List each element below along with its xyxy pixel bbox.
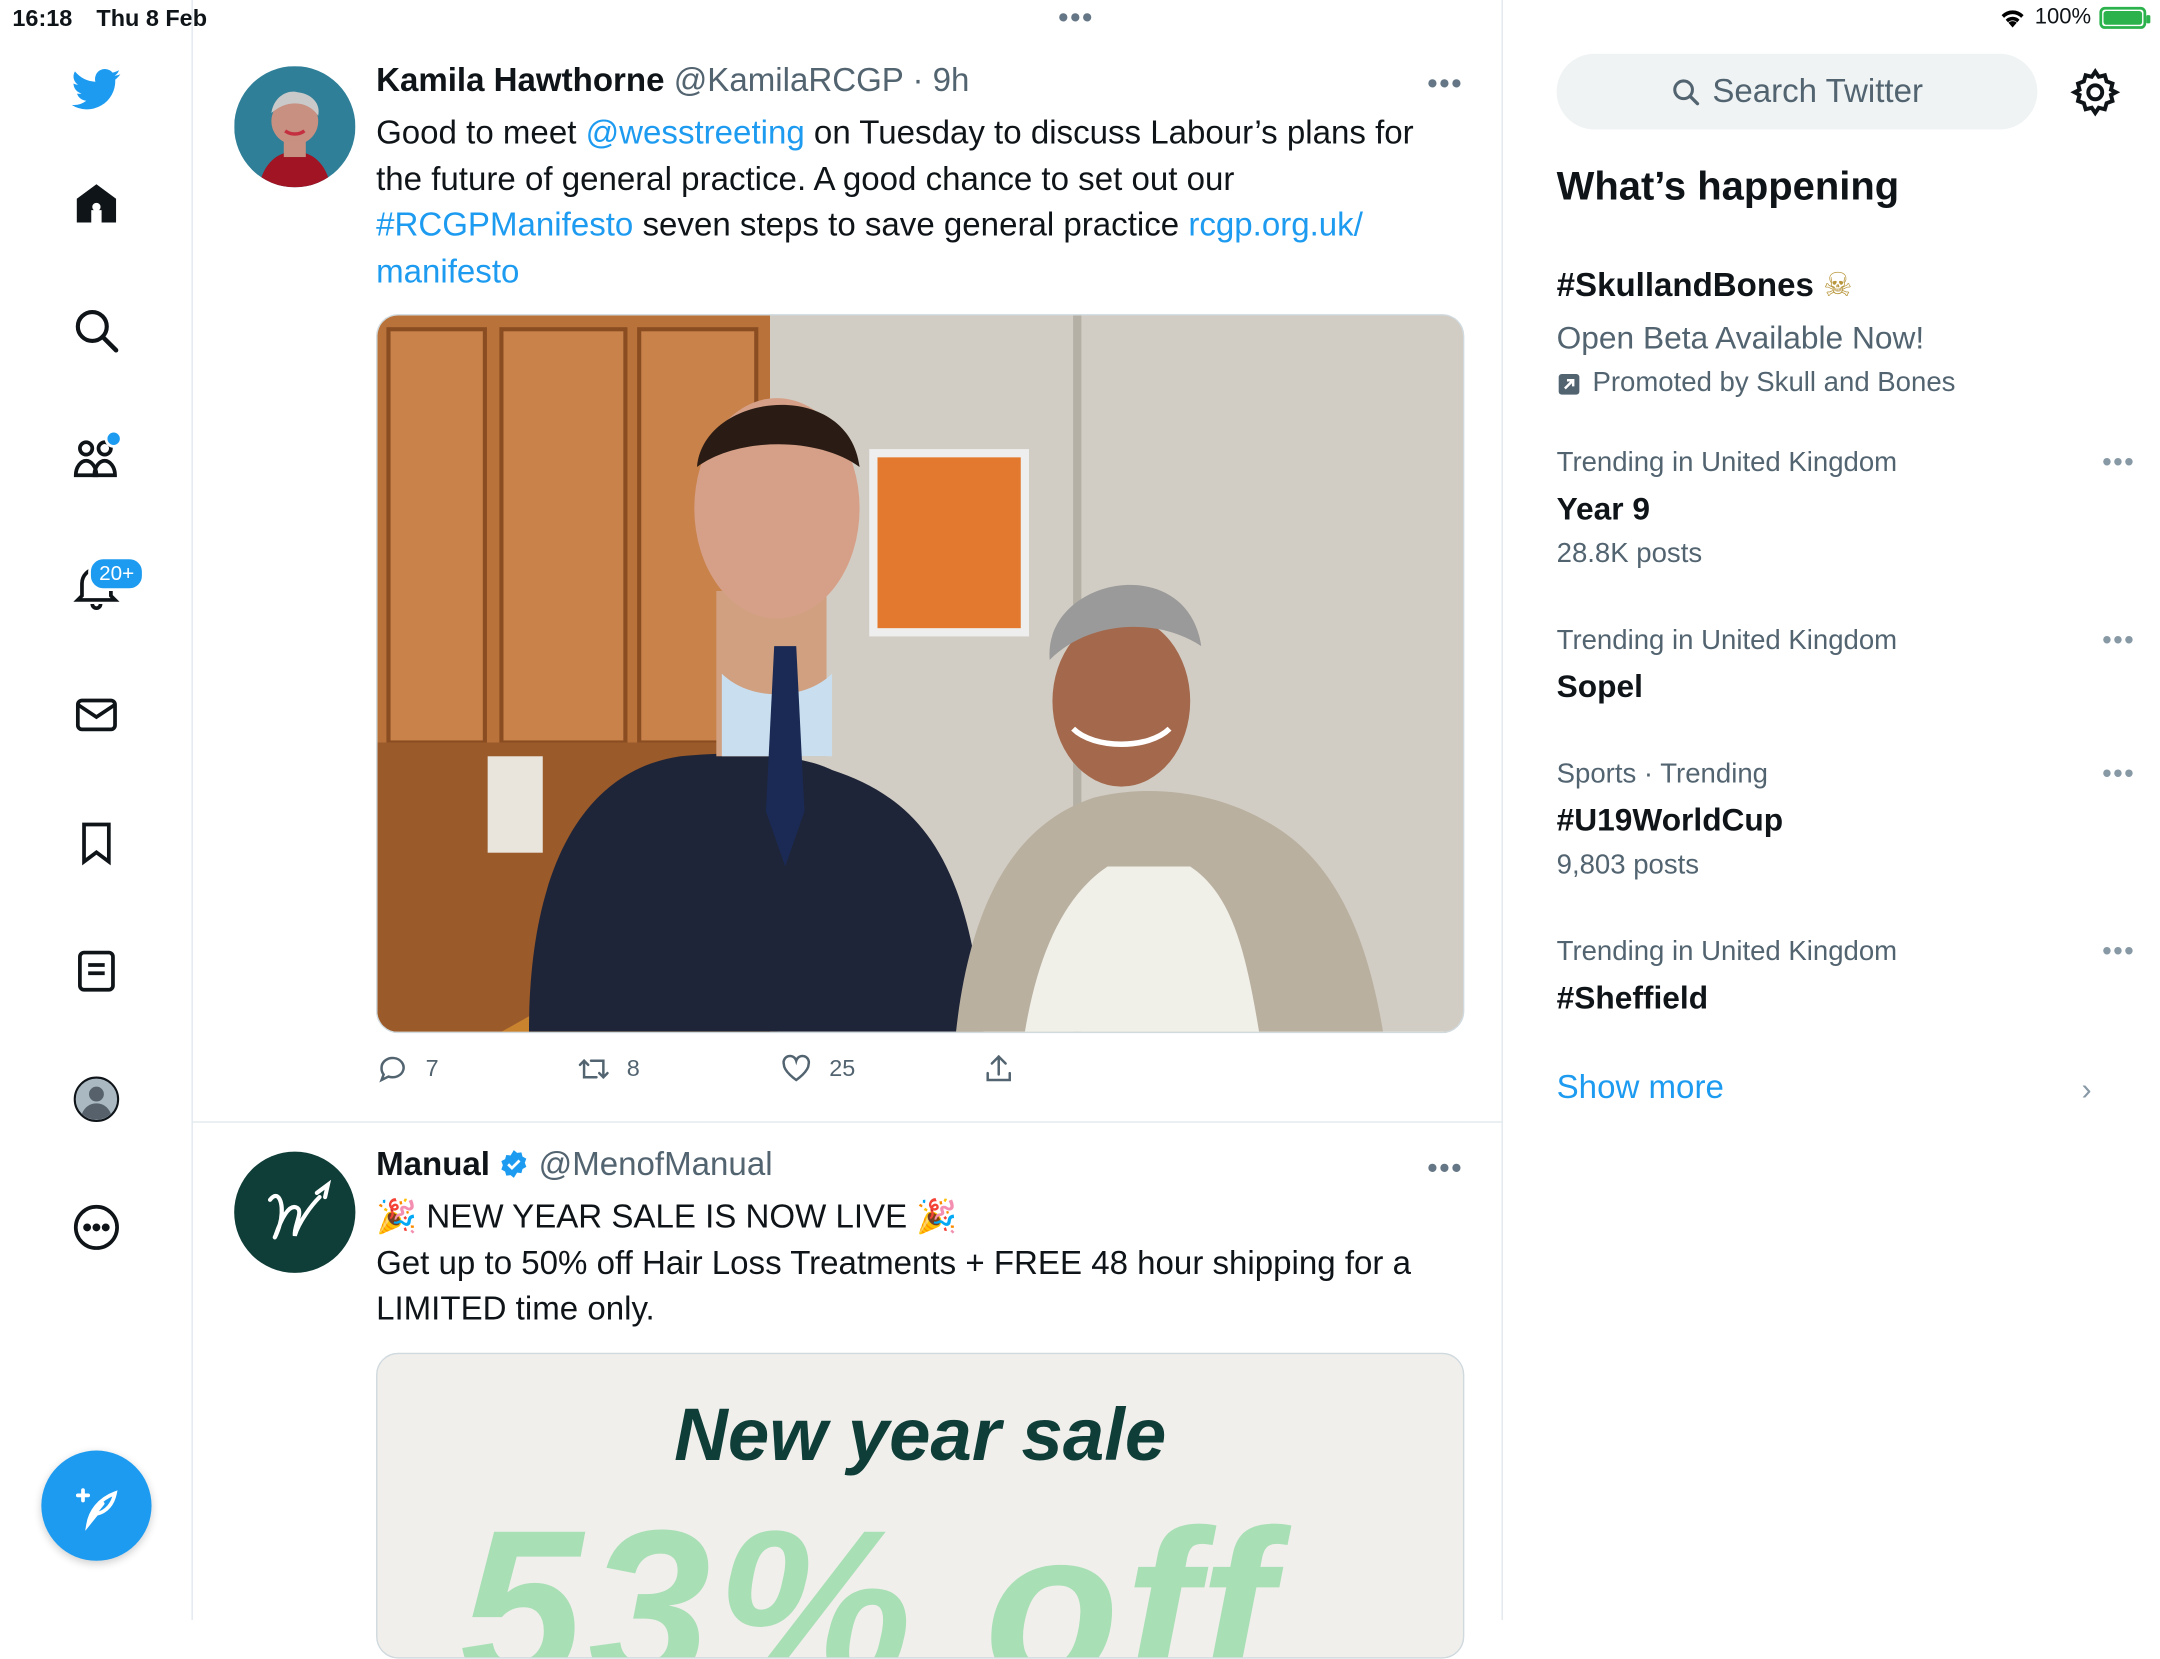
like-button[interactable]: 25 xyxy=(780,1052,856,1085)
tweet-actions: 7 8 25 xyxy=(376,1052,1203,1093)
trend-name: #Sheffield xyxy=(1556,979,1709,1016)
messages-envelope-icon[interactable] xyxy=(66,685,127,746)
lists-icon[interactable] xyxy=(66,941,127,1002)
compose-tweet-button[interactable] xyxy=(41,1450,152,1561)
more-options-icon[interactable] xyxy=(66,1197,127,1258)
trend-more-icon[interactable]: ••• xyxy=(2102,448,2135,480)
chevron-right-icon: › xyxy=(2081,1071,2092,1107)
tweet-header: Kamila Hawthorne @KamilaRCGP · 9h xyxy=(376,62,969,101)
hashtag-link[interactable]: #RCGPManifesto xyxy=(376,207,633,244)
ad-image[interactable]: New year sale 53% off xyxy=(376,1352,1465,1659)
timeline-feed: Kamila Hawthorne @KamilaRCGP · 9h ••• Go… xyxy=(192,0,1503,1659)
reply-count: 7 xyxy=(425,1055,439,1082)
promoted-by: Promoted by Skull and Bones xyxy=(1592,367,1956,399)
trend-item[interactable]: Trending in United Kingdom #Sheffield ••… xyxy=(1557,937,2136,1017)
tweet-text-part: seven steps to save general practice xyxy=(633,206,1189,244)
search-placeholder: Search Twitter xyxy=(1712,72,1924,110)
trend-meta: Trending in United Kingdom xyxy=(1556,936,1898,968)
author-avatar[interactable] xyxy=(234,66,356,188)
author-handle[interactable]: @KamilaRCGP xyxy=(674,62,904,99)
trend-item[interactable]: Sports · Trending #U19WorldCup 9,803 pos… xyxy=(1557,759,2136,882)
author-handle[interactable]: @MenofManual xyxy=(539,1146,773,1183)
share-button[interactable] xyxy=(982,1052,1015,1085)
show-more-link[interactable]: Show more xyxy=(1557,1069,1724,1108)
trend-meta: Sports · Trending xyxy=(1556,759,1768,790)
trend-meta: Trending in United Kingdom xyxy=(1556,447,1898,479)
tweet-photo[interactable] xyxy=(376,314,1465,1034)
whats-happening-title: What’s happening xyxy=(1556,165,1900,210)
heart-icon xyxy=(782,1054,811,1082)
trend-name: Sopel xyxy=(1556,668,1643,704)
compose-feather-icon xyxy=(75,1488,118,1531)
reply-button[interactable]: 7 xyxy=(376,1052,439,1085)
mention-link[interactable]: @wesstreeting xyxy=(586,114,805,151)
twitter-logo-icon[interactable] xyxy=(66,59,127,120)
skull-crossbones-icon: ☠ xyxy=(1823,267,1853,305)
profile-avatar-icon[interactable] xyxy=(66,1069,127,1130)
sidebar-nav: 20+ xyxy=(0,0,193,1620)
trend-name: Year 9 xyxy=(1556,490,1651,527)
retweet-icon xyxy=(578,1058,609,1079)
tweet[interactable]: Manual @MenofManual ••• 🎉 NEW YEAR SALE … xyxy=(193,1123,1502,1659)
search-box[interactable]: Search Twitter xyxy=(1556,53,2038,130)
share-icon xyxy=(986,1054,1011,1082)
tweet-text-line: 🎉 NEW YEAR SALE IS NOW LIVE 🎉 xyxy=(376,1198,958,1236)
bookmarks-icon[interactable] xyxy=(66,813,127,874)
author-name[interactable]: Manual xyxy=(376,1146,490,1183)
tweet-header: Manual @MenofManual xyxy=(376,1146,772,1185)
promoted-icon xyxy=(1558,373,1580,394)
ad-offer: 53% off xyxy=(460,1483,1279,1659)
author-avatar[interactable] xyxy=(234,1151,356,1273)
communities-dot-badge xyxy=(104,429,123,448)
tweet-more-icon[interactable]: ••• xyxy=(1427,1150,1463,1186)
settings-gear-icon[interactable] xyxy=(2069,66,2121,118)
right-sidebar: Search Twitter What’s happening #Skullan… xyxy=(1503,0,2160,1620)
trend-more-icon[interactable]: ••• xyxy=(2102,759,2135,791)
trend-count: 28.8K posts xyxy=(1556,538,1703,569)
search-icon xyxy=(1673,78,1700,105)
trend-meta: Trending in United Kingdom xyxy=(1556,625,1898,656)
tweet-time[interactable]: · 9h xyxy=(912,62,969,99)
promoted-subtitle: Open Beta Available Now! xyxy=(1556,319,1925,356)
tweet-text: 🎉 NEW YEAR SALE IS NOW LIVE 🎉 Get up to … xyxy=(376,1194,1464,1332)
trend-more-icon[interactable]: ••• xyxy=(2102,625,2135,657)
tweet-text-part: Good to meet xyxy=(376,114,586,152)
trend-count: 9,803 posts xyxy=(1556,849,1700,881)
trend-item[interactable]: Trending in United Kingdom Year 9 28.8K … xyxy=(1557,448,2136,571)
verified-badge-icon xyxy=(501,1150,527,1178)
reply-icon xyxy=(379,1056,405,1083)
author-name[interactable]: Kamila Hawthorne xyxy=(376,62,664,99)
tweet-text: Good to meet @wesstreeting on Tuesday to… xyxy=(376,110,1464,295)
ad-headline: New year sale xyxy=(674,1394,1167,1477)
promoted-trend-name: #SkullandBones xyxy=(1556,267,1814,305)
tweet-more-icon[interactable]: ••• xyxy=(1427,66,1463,102)
trend-more-icon[interactable]: ••• xyxy=(2102,937,2135,969)
promoted-trend[interactable]: #SkullandBones ☠ Open Beta Available Now… xyxy=(1557,266,2136,400)
search-icon[interactable] xyxy=(66,300,127,361)
trend-name: #U19WorldCup xyxy=(1556,801,1784,838)
tweet[interactable]: Kamila Hawthorne @KamilaRCGP · 9h ••• Go… xyxy=(193,0,1502,1121)
retweet-button[interactable]: 8 xyxy=(577,1052,640,1085)
like-count: 25 xyxy=(829,1055,856,1082)
home-icon[interactable] xyxy=(66,174,127,235)
tweet-text-line: Get up to 50% off Hair Loss Treatments +… xyxy=(376,1244,1412,1328)
notifications-badge: 20+ xyxy=(88,556,146,591)
trend-item[interactable]: Trending in United Kingdom Sopel ••• xyxy=(1557,625,2136,705)
retweet-count: 8 xyxy=(626,1055,640,1082)
